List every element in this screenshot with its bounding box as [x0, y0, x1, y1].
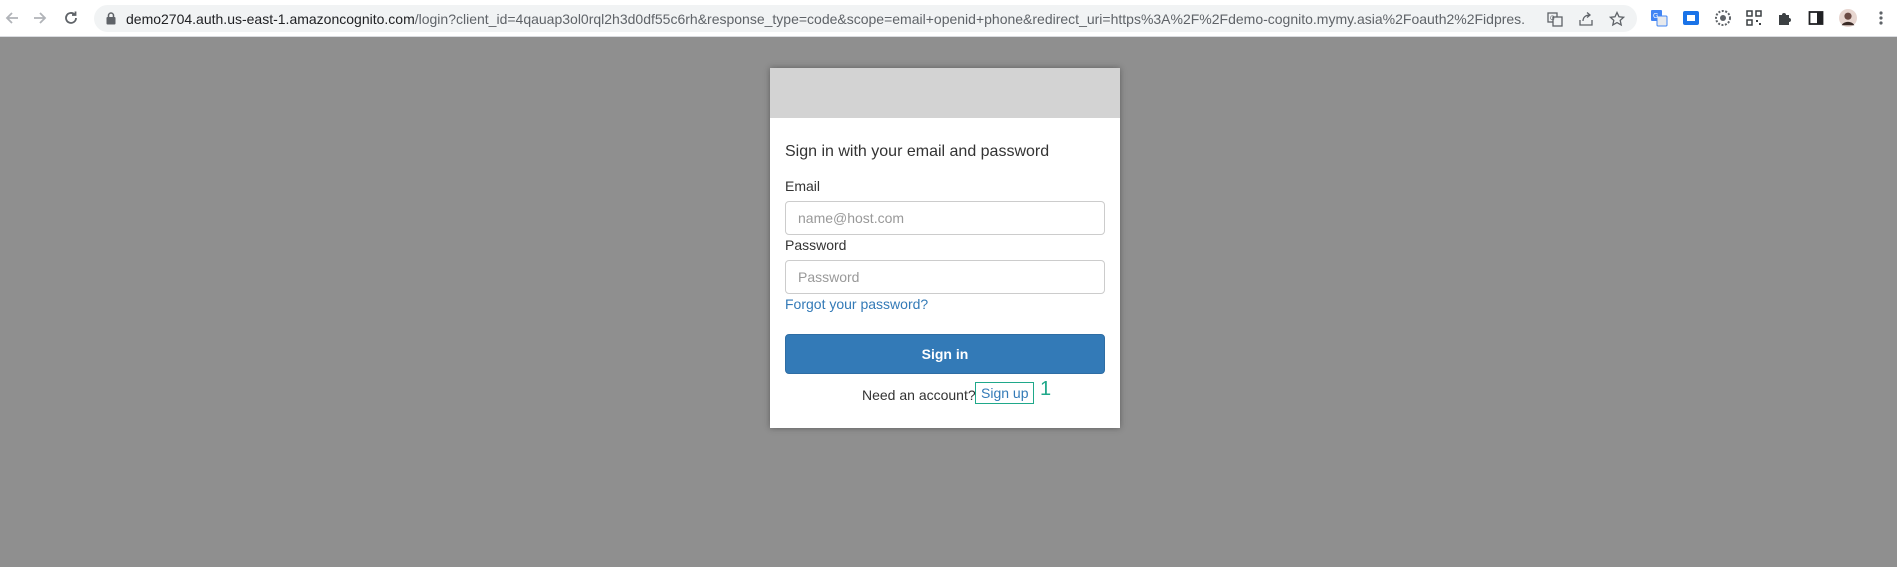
- translate-icon[interactable]: G: [1546, 10, 1564, 28]
- forward-icon[interactable]: [30, 8, 50, 28]
- email-field[interactable]: [785, 201, 1105, 235]
- url-path: /login?client_id=4qauap3ol0rql2h3d0df55c…: [414, 11, 1526, 27]
- browser-toolbar: demo2704.auth.us-east-1.amazoncognito.co…: [0, 0, 1897, 37]
- need-account-text: Need an account?: [862, 387, 976, 403]
- translate-extension-icon[interactable]: G: [1650, 9, 1668, 27]
- forgot-password-link[interactable]: Forgot your password?: [785, 296, 928, 312]
- svg-text:G: G: [1550, 16, 1555, 22]
- annotation-marker: 1: [1040, 378, 1052, 400]
- profile-avatar[interactable]: [1839, 9, 1857, 27]
- settings-extension-icon[interactable]: [1714, 9, 1732, 27]
- password-field[interactable]: [785, 260, 1105, 294]
- svg-text:G: G: [1653, 13, 1658, 20]
- side-panel-icon[interactable]: [1807, 9, 1825, 27]
- menu-icon[interactable]: [1872, 9, 1890, 27]
- email-label: Email: [785, 178, 821, 194]
- login-card: Sign in with your email and password Ema…: [770, 68, 1120, 428]
- extensions-puzzle-icon[interactable]: [1776, 9, 1794, 27]
- share-icon[interactable]: [1577, 10, 1595, 28]
- back-icon[interactable]: [2, 8, 22, 28]
- address-bar[interactable]: demo2704.auth.us-east-1.amazoncognito.co…: [94, 5, 1637, 32]
- sign-in-button[interactable]: Sign in: [785, 334, 1105, 374]
- banner: [770, 68, 1120, 118]
- lock-icon[interactable]: [106, 12, 116, 30]
- sign-up-link[interactable]: Sign up: [975, 382, 1035, 404]
- url-host: demo2704.auth.us-east-1.amazoncognito.co…: [126, 11, 415, 27]
- qr-code-icon[interactable]: [1745, 9, 1763, 27]
- reload-icon[interactable]: [61, 8, 81, 28]
- screenshot-extension-icon[interactable]: [1682, 9, 1700, 27]
- url-text[interactable]: demo2704.auth.us-east-1.amazoncognito.co…: [126, 11, 1526, 27]
- star-icon[interactable]: [1608, 10, 1626, 28]
- password-label: Password: [785, 237, 847, 253]
- signin-heading: Sign in with your email and password: [785, 143, 1050, 160]
